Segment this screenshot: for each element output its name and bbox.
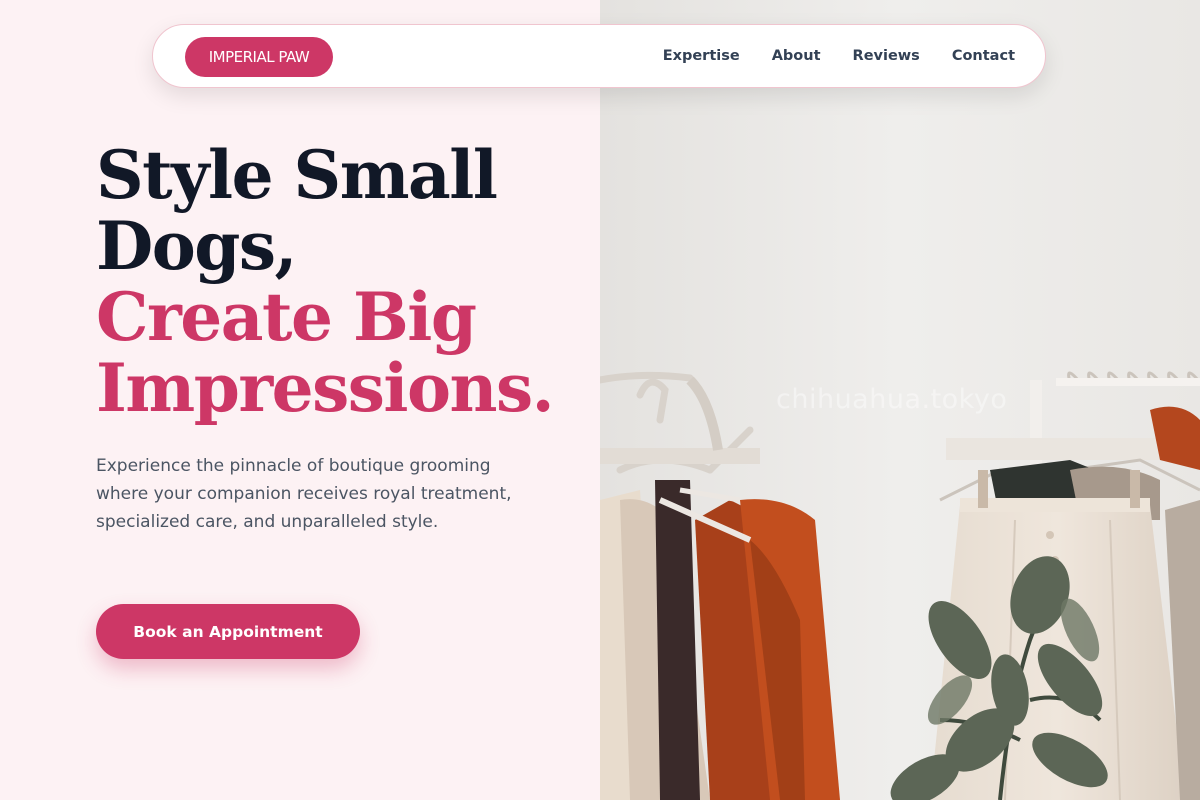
top-navigation-bar: IMPERIAL PAW Expertise About Reviews Con… <box>152 24 1046 88</box>
nav-link-expertise[interactable]: Expertise <box>663 48 740 64</box>
nav-link-reviews[interactable]: Reviews <box>853 48 920 64</box>
hero-photo-clothing-rack: chihuahua.tokyo <box>600 0 1200 800</box>
hero-description: Experience the pinnacle of boutique groo… <box>96 456 512 532</box>
headline-line-4: Impressions. <box>96 349 555 427</box>
headline-line-2: Dogs, <box>96 207 298 285</box>
headline-line-3: Create Big <box>96 278 477 356</box>
nav-link-contact[interactable]: Contact <box>952 48 1015 64</box>
book-appointment-button[interactable]: Book an Appointment <box>96 604 360 659</box>
nav-links: Expertise About Reviews Contact <box>663 25 1015 87</box>
brand-logo[interactable]: IMPERIAL PAW <box>185 37 333 77</box>
headline-line-1: Style Small <box>96 136 498 214</box>
nav-link-about[interactable]: About <box>772 48 821 64</box>
hero-headline: Style Small Dogs, Create Big Impressions… <box>96 136 555 427</box>
image-watermark: chihuahua.tokyo <box>776 384 1008 415</box>
